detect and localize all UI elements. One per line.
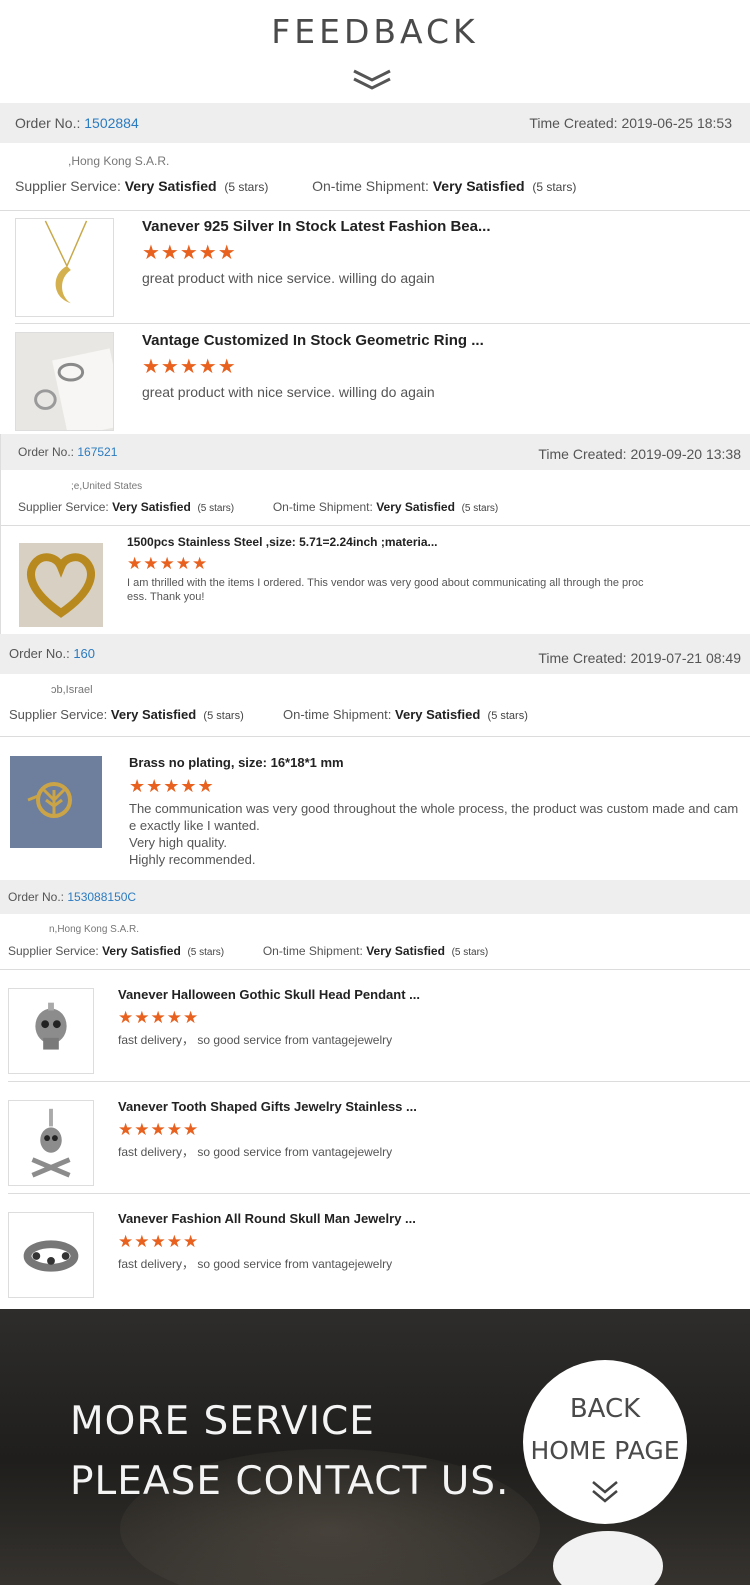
- review-text: The communication was very good througho…: [129, 801, 739, 816]
- service-ratings: Supplier Service: Very Satisfied (5 star…: [8, 944, 489, 958]
- order-label: Order No.:: [15, 115, 81, 131]
- order-header: Order No.: 153088150C: [0, 880, 750, 914]
- list-item: Vantage Customized In Stock Geometric Ri…: [0, 324, 750, 434]
- review-text: ess. Thank you!: [127, 591, 205, 603]
- list-item: Vanever Fashion All Round Skull Man Jewe…: [0, 1194, 750, 1309]
- back-home-button[interactable]: BACK HOME PAGE: [523, 1360, 687, 1524]
- contact-banner: MORE SERVICE PLEASE CONTACT US. BACK HOM…: [0, 1309, 750, 1585]
- back-label: BACK: [569, 1394, 641, 1424]
- time-created: 2019-07-21 08:49: [630, 650, 741, 666]
- order-label: Order No.:: [9, 646, 70, 661]
- star-rating: ★★★★★: [118, 1120, 200, 1139]
- heart-pendant-image[interactable]: [19, 543, 103, 627]
- buyer-location: n,Hong Kong S.A.R.: [49, 924, 140, 935]
- order-info: ,Hong Kong S.A.R. Supplier Service: Very…: [0, 143, 750, 210]
- banner-line-1: MORE SERVICE: [70, 1399, 375, 1444]
- skull-crossbones-pendant-image[interactable]: [8, 1100, 94, 1186]
- list-item: Vanever Tooth Shaped Gifts Jewelry Stain…: [0, 1082, 750, 1193]
- product-title[interactable]: Brass no plating, size: 16*18*1 mm: [129, 755, 738, 770]
- order-block: Order No.: 167521 Time Created: 2019-09-…: [0, 434, 750, 634]
- star-rating: ★★★★★: [118, 1008, 200, 1027]
- review-text: fast delivery， so good service from vant…: [118, 1033, 393, 1047]
- double-chevron-down-icon: [592, 1481, 618, 1503]
- buyer-location: ;e,United States: [71, 481, 143, 492]
- service-ratings: Supplier Service: Very Satisfied (5 star…: [9, 707, 528, 722]
- star-rating: ★★★★★: [129, 776, 215, 796]
- time-created: 2019-06-25 18:53: [621, 115, 732, 131]
- buyer-location: ,Hong Kong S.A.R.: [68, 154, 170, 168]
- star-rating: ★★★★★: [118, 1232, 200, 1251]
- time-label: Time Created:: [538, 446, 627, 462]
- product-title[interactable]: 1500pcs Stainless Steel ,size: 5.71=2.24…: [127, 535, 643, 549]
- list-item: Vanever Halloween Gothic Skull Head Pend…: [0, 970, 750, 1081]
- order-header: Order No.: 167521 Time Created: 2019-09-…: [1, 434, 750, 470]
- geometric-ring-image[interactable]: [15, 332, 114, 431]
- time-label: Time Created:: [538, 650, 627, 666]
- skull-ring-image[interactable]: [8, 1212, 94, 1298]
- order-header: Order No.: 160 Time Created: 2019-07-21 …: [0, 634, 750, 674]
- time-created: 2019-09-20 13:38: [630, 446, 741, 462]
- order-info: ɔb,Israel Supplier Service: Very Satisfi…: [0, 674, 750, 736]
- tree-of-life-pendant-image[interactable]: [10, 756, 102, 848]
- star-rating: ★★★★★: [142, 356, 237, 378]
- order-label: Order No.:: [18, 445, 75, 459]
- review-text: fast delivery， so good service from vant…: [118, 1145, 393, 1159]
- home-page-label: HOME PAGE: [530, 1436, 680, 1465]
- order-label: Order No.:: [8, 890, 65, 904]
- product-title[interactable]: Vantage Customized In Stock Geometric Ri…: [142, 332, 484, 349]
- order-block: Order No.: 153088150C n,Hong Kong S.A.R.…: [0, 880, 750, 1309]
- star-rating: ★★★★★: [127, 554, 209, 573]
- review-text: Highly recommended.: [129, 852, 256, 867]
- order-header: Order No.: 1502884 Time Created: 2019-06…: [0, 103, 750, 143]
- review-text: Very high quality.: [129, 835, 228, 850]
- star-rating: ★★★★★: [142, 242, 237, 264]
- product-title[interactable]: Vanever Fashion All Round Skull Man Jewe…: [118, 1211, 416, 1226]
- review-text: I am thrilled with the items I ordered. …: [127, 577, 644, 589]
- order-number-link[interactable]: 160: [73, 646, 95, 661]
- review-text: great product with nice service. willing…: [142, 384, 435, 400]
- order-block: Order No.: 160 Time Created: 2019-07-21 …: [0, 634, 750, 880]
- service-ratings: Supplier Service: Very Satisfied (5 star…: [18, 500, 499, 514]
- review-text: e exactly like I wanted.: [129, 818, 260, 833]
- moon-necklace-image[interactable]: [15, 218, 114, 317]
- banner-line-2: PLEASE CONTACT US.: [70, 1459, 510, 1504]
- service-ratings: Supplier Service: Very Satisfied (5 star…: [15, 178, 577, 194]
- double-chevron-down-icon: [353, 69, 391, 90]
- skull-pendant-image[interactable]: [8, 988, 94, 1074]
- review-text: fast delivery， so good service from vant…: [118, 1257, 393, 1271]
- list-item: Brass no plating, size: 16*18*1 mm ★★★★★…: [0, 737, 750, 880]
- page-title: FEEDBACK: [271, 12, 479, 51]
- supplier-rating: Very Satisfied: [124, 178, 217, 194]
- shipment-rating: Very Satisfied: [432, 178, 525, 194]
- order-number-link[interactable]: 1502884: [84, 115, 139, 131]
- product-title[interactable]: Vanever Halloween Gothic Skull Head Pend…: [118, 987, 420, 1002]
- order-number-link[interactable]: 167521: [77, 445, 117, 459]
- order-block: Order No.: 1502884 Time Created: 2019-06…: [0, 103, 750, 434]
- review-text: great product with nice service. willing…: [142, 270, 435, 286]
- page-header: FEEDBACK: [0, 0, 750, 103]
- list-item: Vanever 925 Silver In Stock Latest Fashi…: [0, 211, 750, 323]
- time-label: Time Created:: [529, 115, 618, 131]
- order-info: ;e,United States Supplier Service: Very …: [1, 470, 750, 525]
- list-item: 1500pcs Stainless Steel ,size: 5.71=2.24…: [1, 526, 750, 634]
- product-title[interactable]: Vanever 925 Silver In Stock Latest Fashi…: [142, 218, 491, 235]
- product-title[interactable]: Vanever Tooth Shaped Gifts Jewelry Stain…: [118, 1099, 417, 1114]
- order-info: n,Hong Kong S.A.R. Supplier Service: Ver…: [0, 914, 750, 969]
- buyer-location: ɔb,Israel: [51, 684, 93, 696]
- order-number-link[interactable]: 153088150C: [67, 890, 136, 904]
